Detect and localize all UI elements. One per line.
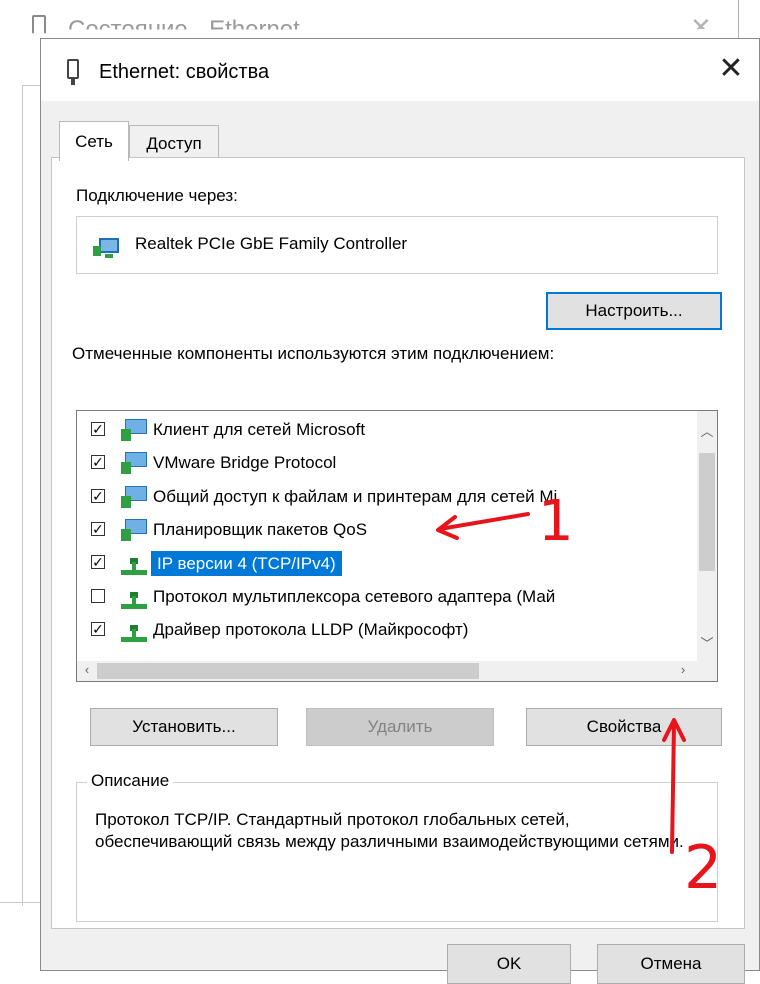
tab-panel-network: Подключение через: Realtek PCIe GbE Fami… <box>51 157 745 929</box>
background-window-frame <box>0 902 40 903</box>
checkbox[interactable]: ✓ <box>91 522 105 536</box>
list-item[interactable]: ✓ Клиент для сетей Microsoft <box>77 415 697 447</box>
components-label: Отмеченные компоненты используются этим … <box>72 344 555 363</box>
chevron-right-icon[interactable]: › <box>673 662 693 677</box>
horizontal-scrollbar[interactable]: ‹ › <box>77 661 717 681</box>
checkbox[interactable]: ✓ <box>91 422 105 436</box>
scrollbar-thumb[interactable] <box>97 663 479 679</box>
network-adapter-icon <box>93 238 119 258</box>
network-client-icon <box>121 519 147 541</box>
chevron-down-icon[interactable]: ﹀ <box>697 633 717 652</box>
component-label: IP версии 4 (TCP/IPv4) <box>151 551 342 576</box>
checkbox[interactable]: ✓ <box>91 555 105 569</box>
ok-button[interactable]: OK <box>447 944 571 984</box>
list-item[interactable]: Протокол мультиплексора сетевого адаптер… <box>77 582 697 614</box>
description-title: Описание <box>87 771 174 791</box>
description-group: Описание Протокол TCP/IP. Стандартный пр… <box>76 771 718 922</box>
adapter-field: Realtek PCIe GbE Family Controller <box>76 216 718 274</box>
checkbox[interactable]: ✓ <box>91 455 105 469</box>
network-client-icon <box>121 419 147 441</box>
protocol-icon <box>121 558 147 576</box>
component-label: Общий доступ к файлам и принтерам для се… <box>153 487 558 506</box>
list-item[interactable]: ✓ Общий доступ к файлам и принтерам для … <box>77 482 697 514</box>
vertical-scrollbar[interactable]: ︿ ﹀ <box>697 411 717 663</box>
tab-sharing[interactable]: Доступ <box>129 125 219 159</box>
properties-button[interactable]: Свойства <box>526 708 722 746</box>
components-list[interactable]: ✓ Клиент для сетей Microsoft ✓ VMware Br… <box>76 410 718 682</box>
protocol-icon <box>121 625 147 643</box>
list-item[interactable]: ✓ VMware Bridge Protocol <box>77 448 697 480</box>
list-item[interactable]: ✓ Драйвер протокола LLDP (Майкрософт) <box>77 615 697 647</box>
component-label: Планировщик пакетов QoS <box>153 520 368 539</box>
list-item[interactable]: ✓ Планировщик пакетов QoS <box>77 515 697 547</box>
close-button[interactable]: ✕ <box>713 51 749 87</box>
protocol-icon <box>121 592 147 610</box>
component-label: Протокол мультиплексора сетевого адаптер… <box>153 587 556 606</box>
checkbox[interactable] <box>91 589 105 603</box>
cancel-button[interactable]: Отмена <box>597 944 745 984</box>
title-bar[interactable]: Ethernet: свойства ✕ <box>41 39 759 101</box>
chevron-up-icon[interactable]: ︿ <box>697 421 717 440</box>
network-client-icon <box>121 452 147 474</box>
checkbox[interactable]: ✓ <box>91 489 105 503</box>
configure-button[interactable]: Настроить... <box>546 292 722 330</box>
network-client-icon <box>121 486 147 508</box>
component-label: VMware Bridge Protocol <box>153 453 337 472</box>
description-text: Протокол TCP/IP. Стандартный протокол гл… <box>95 810 684 851</box>
remove-button[interactable]: Удалить <box>306 708 494 746</box>
chevron-left-icon[interactable]: ‹ <box>77 662 97 677</box>
adapter-name: Realtek PCIe GbE Family Controller <box>135 234 408 253</box>
component-label: Клиент для сетей Microsoft <box>153 420 366 439</box>
ethernet-icon <box>67 59 79 85</box>
scrollbar-thumb[interactable] <box>699 453 715 571</box>
component-label: Драйвер протокола LLDP (Майкрософт) <box>153 620 469 639</box>
install-button[interactable]: Установить... <box>90 708 278 746</box>
connect-using-label: Подключение через: <box>76 186 238 205</box>
checkbox[interactable]: ✓ <box>91 622 105 636</box>
dialog-title: Ethernet: свойства <box>99 61 270 83</box>
ethernet-properties-dialog: Ethernet: свойства ✕ Сеть Доступ Подключ… <box>40 38 760 984</box>
tab-network[interactable]: Сеть <box>59 121 129 161</box>
background-window-frame <box>22 85 41 906</box>
list-item-selected[interactable]: ✓ IP версии 4 (TCP/IPv4) <box>77 548 697 580</box>
